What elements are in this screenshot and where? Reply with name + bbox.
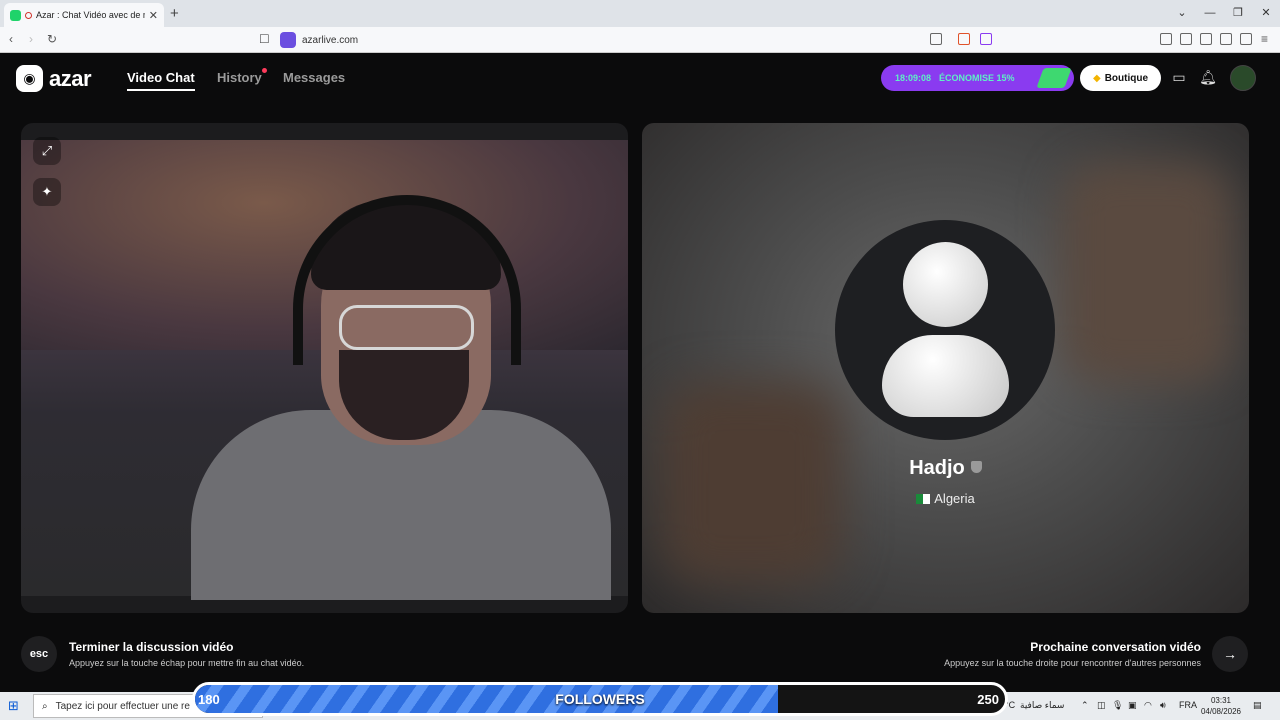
nav-history[interactable]: History — [217, 70, 262, 85]
next-arrow-button[interactable]: → — [1212, 636, 1248, 672]
shop-label: Boutique — [1104, 72, 1149, 84]
tab-list-icon[interactable]: ⌄ — [1168, 0, 1196, 27]
end-chat-subtitle: Appuyez sur la touche échap pour mettre … — [69, 658, 305, 668]
diamond-icon: ◆ — [1092, 72, 1101, 84]
close-window-icon[interactable]: ✕ — [1252, 0, 1280, 27]
cast-icon[interactable] — [930, 33, 942, 45]
sidebar-icon[interactable] — [1180, 33, 1192, 45]
blur-shape — [662, 383, 842, 583]
bookmark-icon[interactable]: ☐ — [259, 32, 270, 46]
browser-tab-bar: Azar : Chat Vidéo avec de no ✕ + ⌄ — ❐ ✕ — [0, 0, 1280, 27]
weather-text: سماء صافية — [1020, 700, 1065, 710]
history-notification-dot — [262, 68, 267, 73]
my-camera-feed — [21, 140, 628, 600]
reload-icon[interactable]: ↻ — [47, 32, 57, 46]
followers-goal-bar: 180 FOLLOWERS 250 — [192, 682, 1008, 716]
language-indicator[interactable]: FRA — [1179, 700, 1197, 710]
next-chat-title: Prochaine conversation vidéo — [1030, 640, 1201, 654]
my-video-panel: ⤢ ✦ — [21, 123, 628, 613]
partner-country-row: Algeria — [642, 491, 1249, 506]
next-chat-hint: Prochaine conversation vidéo Appuyez sur… — [944, 640, 1201, 668]
partner-video-panel: Hadjo Algeria — [642, 123, 1249, 613]
vpn-icon[interactable] — [1240, 33, 1252, 45]
new-tab-icon[interactable]: + — [170, 5, 179, 22]
bell-icon[interactable]: 🔔︎ — [1198, 67, 1218, 87]
back-icon[interactable]: ‹ — [9, 32, 13, 46]
wifi-icon[interactable]: ◠ — [1144, 700, 1152, 711]
azar-logo-icon: ◉ — [16, 65, 43, 92]
recording-icon — [25, 11, 32, 19]
volume-icon[interactable]: 🔊︎ — [1160, 700, 1166, 711]
url-field[interactable]: azarlive.com — [280, 30, 1000, 50]
restore-icon[interactable]: ❐ — [1224, 0, 1252, 27]
search-icon: ⌕ — [42, 700, 48, 712]
shop-button[interactable]: ◆ Boutique — [1080, 65, 1161, 91]
blur-shape — [1062, 163, 1232, 383]
microphone-icon[interactable]: 🎙︎ — [1112, 700, 1123, 711]
clock-time: 03:31 — [1210, 696, 1232, 705]
arrow-right-icon: → — [1223, 646, 1237, 662]
taskbar-clock[interactable]: 03:31 04/08/2026 — [1198, 695, 1244, 717]
followers-goal: 250 — [977, 692, 999, 707]
nav-messages[interactable]: Messages — [283, 70, 345, 85]
logo-text: azar — [49, 65, 92, 91]
close-tab-icon[interactable]: ✕ — [149, 9, 158, 22]
partner-name-row: Hadjo — [642, 457, 1249, 480]
inbox-icon[interactable]: ▭ — [1169, 67, 1189, 87]
app-header: ◉ azar Video Chat History Messages 18:09… — [0, 53, 1280, 103]
next-chat-subtitle: Appuyez sur la touche droite pour rencon… — [944, 658, 1201, 668]
wallet-icon[interactable] — [1200, 33, 1212, 45]
end-chat-title: Terminer la discussion vidéo — [69, 640, 234, 654]
azar-favicon-icon — [10, 9, 21, 21]
end-chat-hint: Terminer la discussion vidéo Appuyez sur… — [69, 640, 304, 668]
expand-icon[interactable]: ⤢ — [33, 137, 61, 165]
followers-label: FOLLOWERS — [555, 691, 645, 707]
rewards-icon[interactable] — [980, 33, 992, 45]
nav-video-chat[interactable]: Video Chat — [127, 70, 195, 91]
site-video-icon — [280, 32, 296, 48]
avatar-head-icon — [903, 242, 988, 327]
promo-saving: ÉCONOMISE 15% — [939, 73, 1015, 83]
promo-banner[interactable]: 18:09:08 ÉCONOMISE 15% — [881, 65, 1074, 91]
tray-chevron-icon[interactable]: ⌃ — [1081, 700, 1089, 711]
avatar-body-icon — [882, 335, 1009, 417]
azar-logo[interactable]: ◉ azar — [16, 65, 92, 92]
verified-shield-icon — [970, 461, 982, 473]
window-controls: ⌄ — ❐ ✕ — [1168, 0, 1280, 27]
browser-tab[interactable]: Azar : Chat Vidéo avec de no ✕ — [4, 3, 164, 27]
esc-button[interactable]: esc — [21, 636, 57, 672]
search-placeholder: Tapez ici pour effectuer une re — [55, 700, 190, 712]
partner-country: Algeria — [934, 491, 975, 506]
magic-wand-icon[interactable]: ✦ — [33, 178, 61, 206]
promo-timer: 18:09:08 — [895, 73, 932, 83]
user-avatar[interactable] — [1230, 65, 1256, 91]
algeria-flag-icon — [916, 494, 931, 504]
minimize-icon[interactable]: — — [1196, 0, 1224, 27]
display-icon[interactable]: ▣ — [1128, 700, 1137, 711]
brave-shield-icon[interactable] — [958, 33, 970, 45]
windows-start-icon[interactable]: ⊞ — [8, 699, 22, 713]
partner-name: Hadjo — [909, 457, 965, 479]
tab-title: Azar : Chat Vidéo avec de no — [36, 10, 145, 20]
media-icon[interactable] — [1160, 33, 1172, 45]
url-text: azarlive.com — [302, 34, 359, 46]
partner-avatar — [835, 220, 1055, 440]
forward-icon[interactable]: › — [29, 32, 33, 46]
clock-date: 04/08/2026 — [1200, 707, 1242, 716]
notification-icon[interactable]: ▤ — [1253, 700, 1262, 711]
network-icon[interactable]: ◫ — [1097, 700, 1106, 711]
extensions-icon[interactable] — [1220, 33, 1232, 45]
menu-icon[interactable]: ≡ — [1261, 32, 1268, 46]
gem-icon — [1036, 68, 1072, 88]
address-bar: ‹ › ↻ ☐ azarlive.com ≡ — [0, 27, 1280, 53]
